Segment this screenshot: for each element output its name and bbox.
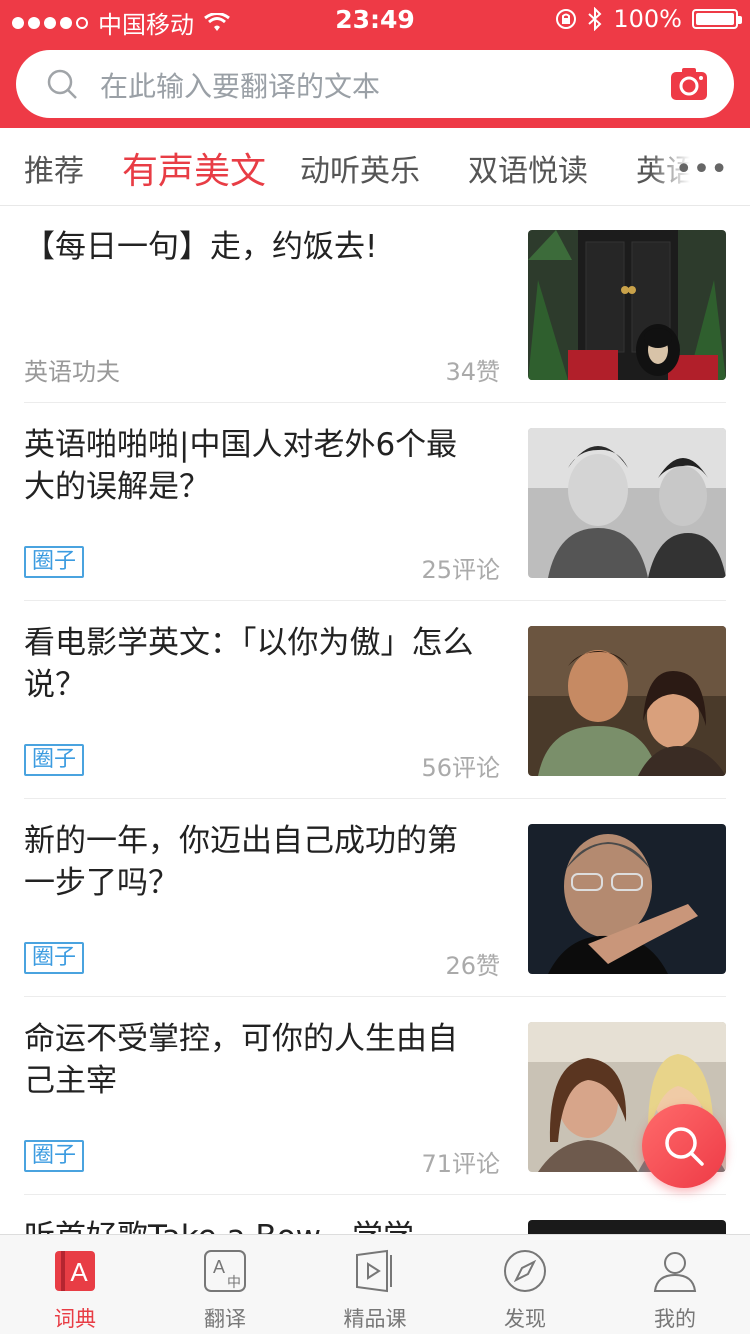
tab-discover[interactable]: 发现	[450, 1235, 600, 1334]
tab-label: 发现	[504, 1307, 546, 1331]
search-icon	[47, 69, 77, 99]
search-icon	[665, 1127, 704, 1166]
tab-english-music[interactable]: 动听英乐	[300, 146, 420, 190]
article-source: 英语功夫	[24, 358, 120, 386]
search-bar[interactable]: 在此输入要翻译的文本	[16, 50, 734, 118]
list-item[interactable]: 【每日一句】走，约饭去! 英语功夫 34赞	[24, 206, 726, 403]
bottom-tab-bar: A 词典 A 中 翻译 精品课 发现 我的	[0, 1234, 750, 1334]
article-thumbnail	[528, 626, 726, 776]
circle-badge: 圈子	[24, 1140, 85, 1172]
article-thumbnail	[528, 428, 726, 578]
more-icon[interactable]: •••	[675, 152, 728, 187]
tab-profile[interactable]: 我的	[600, 1235, 750, 1334]
status-bar: 中国移动 23:49 100%	[0, 0, 750, 40]
article-likes: 26赞	[445, 952, 500, 980]
list-item[interactable]: 新的一年，你迈出自己成功的第一步了吗？ 圈子 26赞	[24, 800, 726, 997]
tab-audio-essays[interactable]: 有声美文	[122, 142, 266, 194]
article-title: 【每日一句】走，约饭去!	[24, 229, 378, 265]
camera-icon[interactable]	[670, 66, 708, 102]
article-title: 命运不受掌控，可你的人生由自己主宰	[24, 1021, 458, 1099]
tab-courses[interactable]: 精品课	[300, 1235, 450, 1334]
tab-bilingual-reading[interactable]: 双语悦读	[468, 146, 588, 190]
tab-label: 词典	[54, 1307, 96, 1331]
tab-translate[interactable]: A 中 翻译	[150, 1235, 300, 1334]
article-title: 看电影学英文：「以你为傲」怎么说？	[24, 625, 474, 703]
course-icon	[356, 1249, 392, 1293]
circle-badge: 圈子	[24, 942, 85, 974]
bluetooth-icon	[588, 7, 602, 31]
article-thumbnail	[528, 824, 726, 974]
article-comments: 25评论	[421, 556, 500, 584]
svg-text:A: A	[213, 1257, 225, 1277]
tab-dictionary[interactable]: A 词典	[0, 1235, 150, 1334]
article-feed: 【每日一句】走，约饭去! 英语功夫 34赞 英语啪啪啪|中国人对老外6个最大的误…	[0, 206, 750, 1234]
header: 中国移动 23:49 100% 在此输入要翻译的文本	[0, 0, 750, 128]
circle-badge: 圈子	[24, 546, 85, 578]
tab-label: 翻译	[204, 1307, 246, 1331]
battery-percent: 100%	[613, 5, 682, 33]
dictionary-icon: A	[55, 1251, 95, 1291]
tab-recommend[interactable]: 推荐	[24, 146, 84, 190]
category-tabs: 推荐 有声美文 动听英乐 双语悦读 英语 •••	[0, 128, 750, 206]
list-item[interactable]: 看电影学英文：「以你为傲」怎么说？ 圈子 56评论	[24, 602, 726, 799]
article-comments: 56评论	[421, 754, 500, 782]
profile-icon	[653, 1252, 697, 1292]
article-comments: 71评论	[421, 1150, 500, 1178]
article-title: 英语啪啪啪|中国人对老外6个最大的误解是？	[24, 427, 458, 505]
article-likes: 34赞	[445, 358, 500, 386]
search-placeholder: 在此输入要翻译的文本	[100, 70, 381, 103]
article-thumbnail	[528, 230, 726, 380]
list-item[interactable]: 英语啪啪啪|中国人对老外6个最大的误解是？ 圈子 25评论	[24, 404, 726, 601]
article-thumbnail	[528, 1220, 726, 1234]
article-title: 新的一年，你迈出自己成功的第一步了吗？	[24, 823, 458, 901]
tab-label: 精品课	[343, 1307, 407, 1331]
orientation-lock-icon	[556, 9, 577, 29]
article-title: 听首好歌Take a Bow，学学	[24, 1216, 484, 1234]
circle-badge: 圈子	[24, 744, 85, 776]
translate-icon: A 中	[204, 1250, 246, 1292]
svg-text:A: A	[70, 1257, 88, 1287]
list-item[interactable]: 听首好歌Take a Bow，学学	[24, 1196, 726, 1234]
battery-icon	[692, 9, 742, 29]
list-item[interactable]: 命运不受掌控，可你的人生由自己主宰 圈子 71评论	[24, 998, 726, 1195]
compass-icon	[504, 1250, 546, 1292]
floating-search-button[interactable]	[642, 1104, 726, 1188]
tab-label: 我的	[654, 1307, 696, 1331]
svg-text:中: 中	[227, 1275, 241, 1291]
